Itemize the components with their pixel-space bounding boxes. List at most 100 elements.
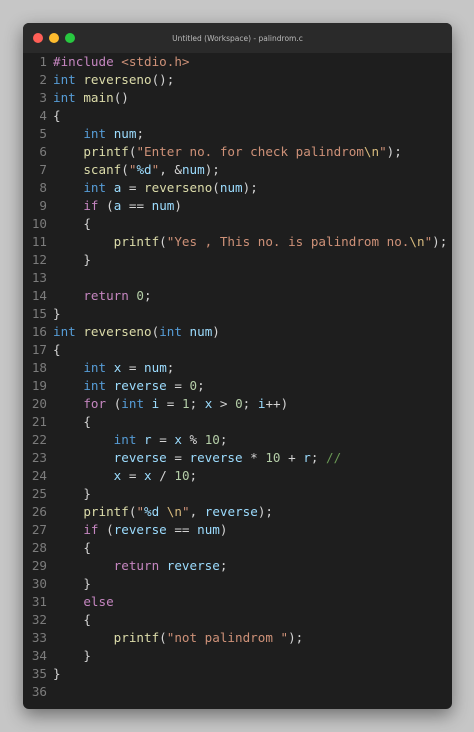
code-token: "Yes , This no. is palindrom no.	[166, 234, 410, 249]
code-token: if	[83, 522, 107, 537]
line-number: 27	[31, 522, 47, 537]
code-text: return reverse;	[53, 557, 228, 575]
code-line[interactable]: 28 {	[23, 539, 452, 557]
code-line[interactable]: 8 int a = reverseno(num);	[23, 179, 452, 197]
code-line[interactable]: 29 return reverse;	[23, 557, 452, 575]
title-bar: Untitled (Workspace) - palindrom.c	[23, 23, 452, 53]
code-line[interactable]: 22 int r = x % 10;	[23, 431, 452, 449]
line-number: 8	[39, 180, 47, 195]
code-line[interactable]: 21 {	[23, 413, 452, 431]
code-token: %d	[144, 504, 160, 519]
code-line[interactable]: 18 int x = num;	[23, 359, 452, 377]
code-token: =	[166, 450, 190, 465]
code-editor[interactable]: 1 #include <stdio.h> 2 int reverseno(); 3 int…	[23, 53, 452, 709]
code-token: (	[212, 180, 220, 195]
code-token: main	[83, 90, 114, 105]
code-text: printf("Enter no. for check palindrom\n"…	[53, 143, 402, 161]
code-line[interactable]: 26 printf("%d \n", reverse);	[23, 503, 452, 521]
code-line[interactable]: 35}	[23, 665, 452, 683]
code-text: #include <stdio.h>	[53, 53, 190, 71]
code-token: "not palindrom "	[166, 630, 289, 645]
close-window-button[interactable]	[33, 33, 43, 43]
code-token: +	[280, 450, 304, 465]
code-line[interactable]: 34 }	[23, 647, 452, 665]
code-line[interactable]: 14 return 0;	[23, 287, 452, 305]
line-number: 19	[31, 378, 47, 393]
code-text: reverse = reverse * 10 + r; //	[53, 449, 342, 467]
code-line[interactable]: 24 x = x / 10;	[23, 467, 452, 485]
zoom-window-button[interactable]	[65, 33, 75, 43]
code-text: }	[53, 665, 61, 683]
code-line[interactable]: 31 else	[23, 593, 452, 611]
code-line[interactable]: 30 }	[23, 575, 452, 593]
code-token: ;	[310, 450, 327, 465]
code-line[interactable]: 27 if (reverse == num)	[23, 521, 452, 539]
line-number: 13	[31, 270, 47, 285]
code-token: }	[53, 648, 91, 663]
line-number: 30	[31, 576, 47, 591]
code-line[interactable]: 2 int reverseno();	[23, 71, 452, 89]
code-line[interactable]: 11 printf("Yes , This no. is palindrom n…	[23, 233, 452, 251]
code-token: ()	[113, 90, 129, 105]
code-token: ;	[197, 378, 205, 393]
code-line[interactable]: 12 }	[23, 251, 452, 269]
code-token: "	[136, 504, 145, 519]
code-text: scanf("%d", &num);	[53, 161, 220, 179]
code-token: ;	[219, 432, 228, 447]
code-line[interactable]: 36	[23, 683, 452, 701]
code-token: {	[53, 342, 61, 357]
code-line[interactable]: 16 int reverseno(int num)	[23, 323, 452, 341]
code-token: \n	[166, 504, 182, 519]
code-token: {	[53, 108, 61, 123]
code-line[interactable]: 23 reverse = reverse * 10 + r; //	[23, 449, 452, 467]
code-line[interactable]: 10 {	[23, 215, 452, 233]
code-line[interactable]: 33 printf("not palindrom ");	[23, 629, 452, 647]
code-token: )	[174, 198, 182, 213]
code-token: (	[159, 234, 167, 249]
code-token: );	[386, 144, 402, 159]
code-token: ;	[219, 558, 228, 573]
code-token: ,	[189, 504, 205, 519]
code-token: int	[53, 72, 84, 87]
code-line[interactable]: 9 if (a == num)	[23, 197, 452, 215]
code-token: 1	[181, 396, 190, 411]
line-number: 2	[39, 72, 47, 87]
line-number: 3	[39, 90, 47, 105]
code-token: %d	[136, 162, 152, 177]
code-token: );	[432, 234, 448, 249]
code-line[interactable]: 5 int num;	[23, 125, 452, 143]
line-number: 6	[39, 144, 47, 159]
code-token: <stdio.h>	[121, 54, 190, 69]
line-number: 15	[31, 306, 47, 321]
code-token: int	[83, 126, 114, 141]
code-line[interactable]: 6 printf("Enter no. for check palindrom\…	[23, 143, 452, 161]
code-line[interactable]: 13	[23, 269, 452, 287]
code-line[interactable]: 25 }	[23, 485, 452, 503]
code-line[interactable]: 15}	[23, 305, 452, 323]
code-line[interactable]: 32 {	[23, 611, 452, 629]
code-token: >	[212, 396, 236, 411]
code-token: {	[53, 540, 91, 555]
code-line[interactable]: 4{	[23, 107, 452, 125]
code-line[interactable]: 3 int main()	[23, 89, 452, 107]
code-token: printf	[113, 630, 160, 645]
minimize-window-button[interactable]	[49, 33, 59, 43]
line-number: 31	[31, 594, 47, 609]
code-token: ++)	[265, 396, 289, 411]
code-line[interactable]: 17 {	[23, 341, 452, 359]
code-token: "	[181, 504, 190, 519]
code-line[interactable]: 19 int reverse = 0;	[23, 377, 452, 395]
code-text: printf("Yes , This no. is palindrom no.\…	[53, 233, 448, 251]
code-token: =	[121, 360, 145, 375]
line-number: 24	[31, 468, 47, 483]
code-token: num	[189, 324, 213, 339]
code-token: x	[144, 468, 152, 483]
code-line[interactable]: 1 #include <stdio.h>	[23, 53, 452, 71]
code-token: );	[288, 630, 304, 645]
code-line[interactable]: 20 for (int i = 1; x > 0; i++)	[23, 395, 452, 413]
code-line[interactable]: 7 scanf("%d", &num);	[23, 161, 452, 179]
window-controls	[33, 33, 75, 43]
